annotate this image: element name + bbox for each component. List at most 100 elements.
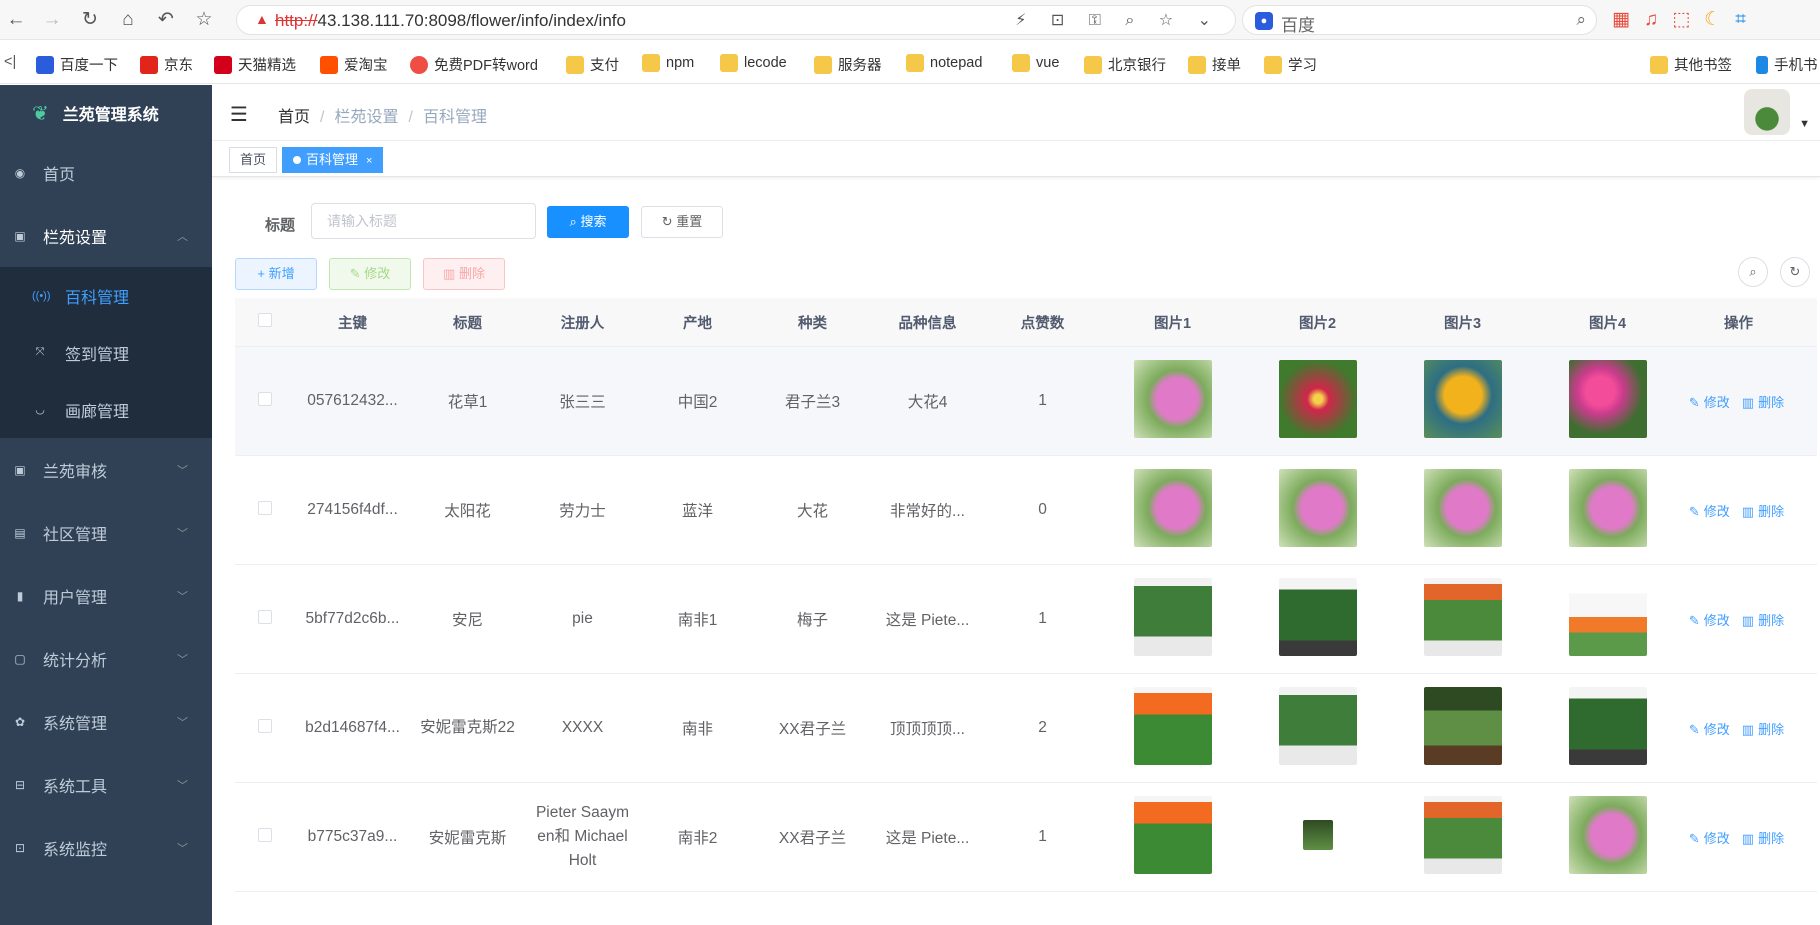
cell-kind: 大花: [796, 503, 828, 520]
caret-down-icon[interactable]: ▼: [1799, 118, 1810, 130]
mobile-icon: [1756, 55, 1768, 74]
row-checkbox[interactable]: [258, 609, 272, 624]
row-edit-button[interactable]: ✎ 修改: [1689, 722, 1734, 737]
sidebar-item-checkin[interactable]: ⤧ 签到管理: [0, 324, 212, 381]
row-checkbox[interactable]: [258, 391, 272, 406]
bookmark-folder-orders[interactable]: 接单: [1188, 54, 1241, 75]
plant-image[interactable]: [1133, 686, 1212, 765]
add-button[interactable]: + 新增: [235, 258, 317, 290]
flower-image[interactable]: [1278, 468, 1357, 547]
sidebar-item-community[interactable]: ▤ 社区管理 ﹀: [0, 501, 212, 564]
row-checkbox[interactable]: [258, 827, 272, 842]
row-checkbox[interactable]: [258, 500, 272, 515]
close-icon[interactable]: ×: [366, 155, 372, 167]
reload-icon[interactable]: ↻: [78, 8, 102, 32]
sidebar-item-tools[interactable]: ⊟ 系统工具 ﹀: [0, 753, 212, 816]
bookmark-folder-study[interactable]: 学习: [1264, 54, 1317, 75]
bookmarks-toggle[interactable]: <|: [4, 54, 16, 70]
bookmark-pdf[interactable]: 免费PDF转word: [410, 54, 538, 75]
bookmark-folder-vue[interactable]: vue: [1012, 54, 1059, 72]
bookmark-baidu[interactable]: 百度一下: [36, 54, 118, 75]
plant-image[interactable]: [1278, 577, 1357, 656]
sidebar-item-stats[interactable]: ▢ 统计分析 ﹀: [0, 627, 212, 690]
address-bar-icons[interactable]: ⚡ ⊡ ⚿ ⌕ ☆ ⌄: [1015, 10, 1221, 30]
plant-image[interactable]: [1133, 795, 1212, 874]
bookmark-jd[interactable]: 京东: [140, 54, 193, 75]
hamburger-icon[interactable]: ☰: [230, 102, 248, 127]
bookmark-taobao[interactable]: 爱淘宝: [320, 54, 388, 75]
flower-image[interactable]: [1568, 795, 1647, 874]
row-delete-button[interactable]: ▥ 删除: [1742, 504, 1788, 519]
plant-image[interactable]: [1423, 577, 1502, 656]
plant-image[interactable]: [1568, 686, 1647, 765]
flower-image[interactable]: [1568, 468, 1647, 547]
search-button[interactable]: ⌕ 搜索: [547, 206, 629, 238]
bookmark-folder-lecode[interactable]: lecode: [720, 54, 787, 72]
row-edit-button[interactable]: ✎ 修改: [1689, 395, 1734, 410]
table-row[interactable]: b775c37a9... 安妮雷克斯 Pieter Saaymen和 Micha…: [235, 783, 1817, 892]
bookmark-folder-pay[interactable]: 支付: [566, 54, 619, 75]
row-edit-button[interactable]: ✎ 修改: [1689, 831, 1734, 846]
bookmark-folder-npm[interactable]: npm: [642, 54, 694, 72]
row-delete-button[interactable]: ▥ 删除: [1742, 613, 1788, 628]
bookmark-folder-notepad[interactable]: notepad: [906, 54, 982, 72]
flower-image[interactable]: [1423, 359, 1502, 438]
bookmark-tmall[interactable]: 天猫精选: [214, 54, 296, 75]
row-delete-button[interactable]: ▥ 删除: [1742, 395, 1788, 410]
sidebar-logo[interactable]: ❦ 兰苑管理系统: [0, 85, 212, 141]
back-icon[interactable]: ←: [4, 8, 28, 32]
sidebar-item-wiki[interactable]: ((•)) 百科管理: [0, 267, 212, 324]
bookmark-folder-other[interactable]: 其他书签: [1650, 54, 1732, 75]
sidebar-item-monitor[interactable]: ⊡ 系统监控 ﹀: [0, 816, 212, 879]
plant-image[interactable]: [1568, 577, 1647, 656]
row-edit-button[interactable]: ✎ 修改: [1689, 613, 1734, 628]
flower-image[interactable]: [1133, 359, 1212, 438]
plant-image[interactable]: [1302, 819, 1333, 850]
tag-wiki[interactable]: 百科管理 ×: [282, 147, 384, 173]
extension-icons[interactable]: ▦♫⬚☾⌗: [1612, 8, 1760, 31]
flower-image[interactable]: [1568, 359, 1647, 438]
search-icon[interactable]: ⌕: [1576, 10, 1586, 30]
breadcrumb-home[interactable]: 首页: [278, 109, 310, 126]
row-edit-button[interactable]: ✎ 修改: [1689, 504, 1734, 519]
sidebar-item-users[interactable]: ▮ 用户管理 ﹀: [0, 564, 212, 627]
sidebar-item-gallery[interactable]: ◡ 画廊管理: [0, 381, 212, 438]
bookmark-folder-bank[interactable]: 北京银行: [1084, 54, 1166, 75]
flower-image[interactable]: [1133, 468, 1212, 547]
cell-registrant: 张三三: [559, 394, 606, 411]
row-delete-button[interactable]: ▥ 删除: [1742, 831, 1788, 846]
table-row[interactable]: 274156f4df... 太阳花 劳力士 蓝洋 大花 非常好的... 0 ✎ 修…: [235, 456, 1817, 565]
bookmark-folder-server[interactable]: 服务器: [814, 54, 882, 75]
plant-image[interactable]: [1423, 686, 1502, 765]
select-all-checkbox[interactable]: [258, 313, 272, 327]
flower-image[interactable]: [1278, 359, 1357, 438]
address-bar[interactable]: ▲ http://43.138.111.70:8098/flower/info/…: [236, 5, 1236, 35]
undo-icon[interactable]: ↶: [154, 8, 178, 32]
sidebar-item-system[interactable]: ✿ 系统管理 ﹀: [0, 690, 212, 753]
sidebar-item-review[interactable]: ▣ 兰苑审核 ﹀: [0, 438, 212, 501]
table-row[interactable]: b2d14687f4... 安妮雷克斯22 XXXX 南非 XX君子兰 顶顶顶顶…: [235, 674, 1817, 783]
search-engine-box[interactable]: ● 百度 ⌕: [1242, 5, 1597, 35]
edit-button[interactable]: ✎ 修改: [329, 258, 411, 290]
forward-icon[interactable]: →: [40, 8, 64, 32]
star-icon[interactable]: ☆: [192, 8, 216, 32]
row-checkbox[interactable]: [258, 718, 272, 733]
bookmark-mobile[interactable]: 手机书: [1756, 54, 1818, 75]
search-toggle-button[interactable]: ⌕: [1738, 257, 1768, 287]
sidebar-item-home[interactable]: ◉ 首页: [0, 141, 212, 204]
plant-image[interactable]: [1133, 577, 1212, 656]
refresh-button[interactable]: ↻: [1780, 257, 1810, 287]
delete-button[interactable]: ▥ 删除: [423, 258, 505, 290]
avatar[interactable]: [1744, 89, 1790, 135]
reset-button[interactable]: ↻ 重置: [641, 206, 723, 238]
table-row[interactable]: 5bf77d2c6b... 安尼 pie 南非1 梅子 这是 Piete... …: [235, 565, 1817, 674]
table-row[interactable]: 057612432... 花草1 张三三 中国2 君子兰3 大花4 1 ✎ 修改 ▥…: [235, 347, 1817, 456]
sidebar-item-garden-settings[interactable]: ▣ 栏苑设置 ︿: [0, 204, 212, 267]
flower-image[interactable]: [1423, 468, 1502, 547]
plant-image[interactable]: [1423, 795, 1502, 874]
home-icon[interactable]: ⌂: [116, 8, 140, 32]
title-search-input[interactable]: 请输入标题: [311, 203, 536, 239]
plant-image[interactable]: [1278, 686, 1357, 765]
row-delete-button[interactable]: ▥ 删除: [1742, 722, 1788, 737]
tag-home[interactable]: 首页: [229, 147, 278, 173]
